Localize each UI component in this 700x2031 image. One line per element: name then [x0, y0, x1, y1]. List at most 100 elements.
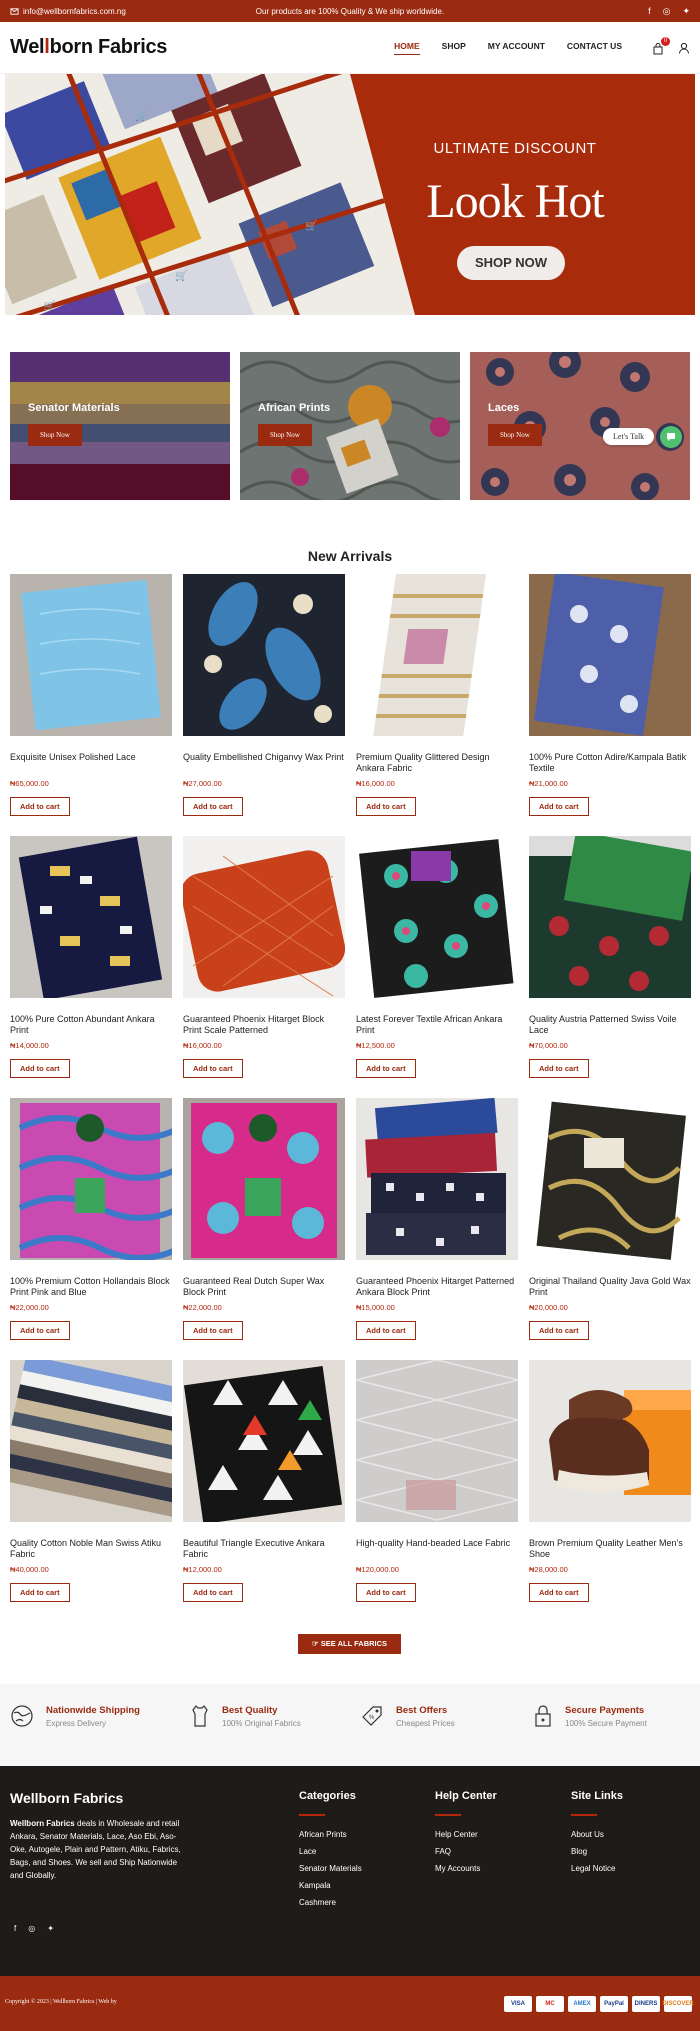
add-to-cart-button[interactable]: Add to cart	[529, 1583, 589, 1602]
product-card[interactable]: Guaranteed Phoenix Hitarget Block Print …	[180, 836, 346, 1078]
add-to-cart-button[interactable]: Add to cart	[529, 1321, 589, 1340]
shop-now-button[interactable]: SHOP NOW	[457, 246, 565, 280]
product-card[interactable]: Original Thailand Quality Java Gold Wax …	[529, 1098, 691, 1340]
footer-link[interactable]: Blog	[571, 1847, 623, 1856]
product-card[interactable]: High-quality Hand-beaded Lace Fabric ₦12…	[355, 1359, 519, 1602]
category-laces[interactable]: Laces Shop Now	[470, 352, 690, 500]
category-african-prints[interactable]: African Prints Shop Now	[240, 352, 460, 500]
product-name[interactable]: Beautiful Triangle Executive Ankara Fabr…	[183, 1538, 345, 1562]
shop-now-button[interactable]: Shop Now	[28, 424, 82, 446]
product-image[interactable]	[529, 831, 695, 998]
nav-shop[interactable]: SHOP	[442, 41, 466, 55]
product-card[interactable]: Quality Austria Patterned Swiss Voile La…	[529, 831, 695, 1078]
product-image[interactable]	[10, 836, 172, 1001]
product-card[interactable]: Latest Forever Textile African Ankara Pr…	[356, 836, 518, 1078]
add-to-cart-button[interactable]: Add to cart	[10, 1059, 70, 1078]
product-name[interactable]: Brown Premium Quality Leather Men's Shoe	[529, 1538, 691, 1562]
product-card[interactable]: Brown Premium Quality Leather Men's Shoe…	[529, 1360, 691, 1602]
product-name[interactable]: Original Thailand Quality Java Gold Wax …	[529, 1276, 691, 1300]
add-to-cart-button[interactable]: Add to cart	[183, 1321, 243, 1340]
product-image[interactable]	[0, 1354, 203, 1522]
shop-now-button[interactable]: Shop Now	[258, 424, 312, 446]
chat-button[interactable]	[660, 426, 682, 448]
product-image[interactable]	[183, 574, 345, 736]
site-logo[interactable]: Wellborn Fabrics	[10, 36, 167, 59]
product-image[interactable]	[529, 1360, 691, 1522]
footer-link[interactable]: FAQ	[435, 1847, 497, 1856]
product-name[interactable]: 100% Premium Cotton Hollandais Block Pri…	[10, 1276, 172, 1300]
add-to-cart-button[interactable]: Add to cart	[356, 1321, 416, 1340]
product-name[interactable]: High-quality Hand-beaded Lace Fabric	[356, 1538, 518, 1562]
hero-banner[interactable]: 🛒 🛒 🛒 🛒 ULTIMATE DISCOUNT Look Hot SHOP …	[5, 74, 695, 315]
add-to-cart-button[interactable]: Add to cart	[10, 1583, 70, 1602]
footer-link[interactable]: My Accounts	[435, 1864, 497, 1873]
add-to-cart-button[interactable]: Add to cart	[183, 797, 243, 816]
chat-label[interactable]: Let's Talk	[603, 428, 655, 445]
footer-link[interactable]: Senator Materials	[299, 1864, 362, 1873]
facebook-icon[interactable]: f	[14, 1924, 16, 1933]
product-card[interactable]: 100% Pure Cotton Adire/Kampala Batik Tex…	[529, 572, 691, 816]
footer-link[interactable]: Lace	[299, 1847, 362, 1856]
footer-link[interactable]: Help Center	[435, 1830, 497, 1839]
instagram-icon[interactable]: ◎	[28, 1924, 35, 1933]
add-to-cart-button[interactable]: Add to cart	[356, 1583, 416, 1602]
add-to-cart-button[interactable]: Add to cart	[10, 797, 70, 816]
add-to-cart-button[interactable]: Add to cart	[10, 1321, 70, 1340]
product-name[interactable]: Guaranteed Phoenix Hitarget Block Print …	[183, 1014, 345, 1038]
shop-now-button[interactable]: Shop Now	[488, 424, 542, 446]
product-card[interactable]: 100% Pure Cotton Abundant Ankara Print ₦…	[10, 836, 172, 1078]
add-to-cart-button[interactable]: Add to cart	[356, 1059, 416, 1078]
product-card[interactable]: Beautiful Triangle Executive Ankara Fabr…	[183, 1360, 345, 1602]
user-icon[interactable]	[678, 42, 690, 54]
product-card[interactable]: Guaranteed Real Dutch Super Wax Block Pr…	[183, 1098, 345, 1340]
product-image[interactable]	[356, 574, 518, 736]
facebook-icon[interactable]: f	[648, 6, 651, 17]
nav-my-account[interactable]: MY ACCOUNT	[488, 41, 545, 55]
product-card[interactable]: Quality Cotton Noble Man Swiss Atiku Fab…	[0, 1354, 203, 1602]
product-name[interactable]: 100% Pure Cotton Abundant Ankara Print	[10, 1014, 172, 1038]
nav-home[interactable]: HOME	[394, 41, 420, 55]
product-image[interactable]	[10, 1098, 182, 1261]
product-name[interactable]: Guaranteed Real Dutch Super Wax Block Pr…	[183, 1276, 345, 1300]
footer-link[interactable]: About Us	[571, 1830, 623, 1839]
footer-link[interactable]: Kampala	[299, 1881, 362, 1890]
footer-link[interactable]: African Prints	[299, 1830, 362, 1839]
product-name[interactable]: Quality Austria Patterned Swiss Voile La…	[529, 1014, 691, 1038]
product-image[interactable]	[356, 836, 518, 998]
add-to-cart-button[interactable]: Add to cart	[529, 797, 589, 816]
product-name[interactable]: Quality Cotton Noble Man Swiss Atiku Fab…	[10, 1538, 172, 1562]
footer-link[interactable]: Legal Notice	[571, 1864, 623, 1873]
add-to-cart-button[interactable]: Add to cart	[183, 1059, 243, 1078]
twitter-icon[interactable]: ✦	[47, 1924, 54, 1933]
nav-contact-us[interactable]: CONTACT US	[567, 41, 622, 55]
see-all-fabrics-button[interactable]: ☞ SEE ALL FABRICS	[298, 1634, 401, 1654]
product-card[interactable]: Exquisite Unisex Polished Lace ₦65,000.0…	[10, 574, 172, 816]
product-card[interactable]: 100% Premium Cotton Hollandais Block Pri…	[10, 1098, 182, 1340]
product-image[interactable]	[180, 836, 346, 998]
product-name[interactable]: Exquisite Unisex Polished Lace	[10, 752, 172, 776]
product-card[interactable]: Premium Quality Glittered Design Ankara …	[356, 574, 518, 816]
product-image[interactable]	[355, 1359, 519, 1522]
category-senator-materials[interactable]: Senator Materials Shop Now	[10, 352, 230, 500]
add-to-cart-button[interactable]: Add to cart	[529, 1059, 589, 1078]
product-name[interactable]: Guaranteed Phoenix Hitarget Patterned An…	[356, 1276, 518, 1300]
add-to-cart-button[interactable]: Add to cart	[183, 1583, 243, 1602]
footer-link[interactable]: Cashmere	[299, 1898, 362, 1907]
product-image[interactable]	[183, 1098, 345, 1260]
product-name[interactable]: Latest Forever Textile African Ankara Pr…	[356, 1014, 518, 1038]
email-link[interactable]: info@wellbornfabrics.com.ng	[10, 7, 126, 16]
product-image[interactable]	[356, 1097, 518, 1260]
cart-button[interactable]: 0	[652, 36, 670, 54]
product-image[interactable]	[183, 1360, 345, 1525]
product-name[interactable]: Premium Quality Glittered Design Ankara …	[356, 752, 518, 776]
product-card[interactable]: Guaranteed Phoenix Hitarget Patterned An…	[356, 1097, 518, 1340]
product-image[interactable]	[10, 574, 172, 736]
product-name[interactable]: Quality Embellished Chiganvy Wax Print	[183, 752, 345, 776]
product-card[interactable]: Quality Embellished Chiganvy Wax Print ₦…	[183, 574, 345, 816]
add-to-cart-button[interactable]: Add to cart	[356, 797, 416, 816]
twitter-icon[interactable]: ✦	[682, 6, 690, 17]
product-image[interactable]	[529, 572, 691, 736]
product-image[interactable]	[529, 1098, 691, 1260]
product-name[interactable]: 100% Pure Cotton Adire/Kampala Batik Tex…	[529, 752, 691, 776]
instagram-icon[interactable]: ◎	[663, 6, 671, 17]
